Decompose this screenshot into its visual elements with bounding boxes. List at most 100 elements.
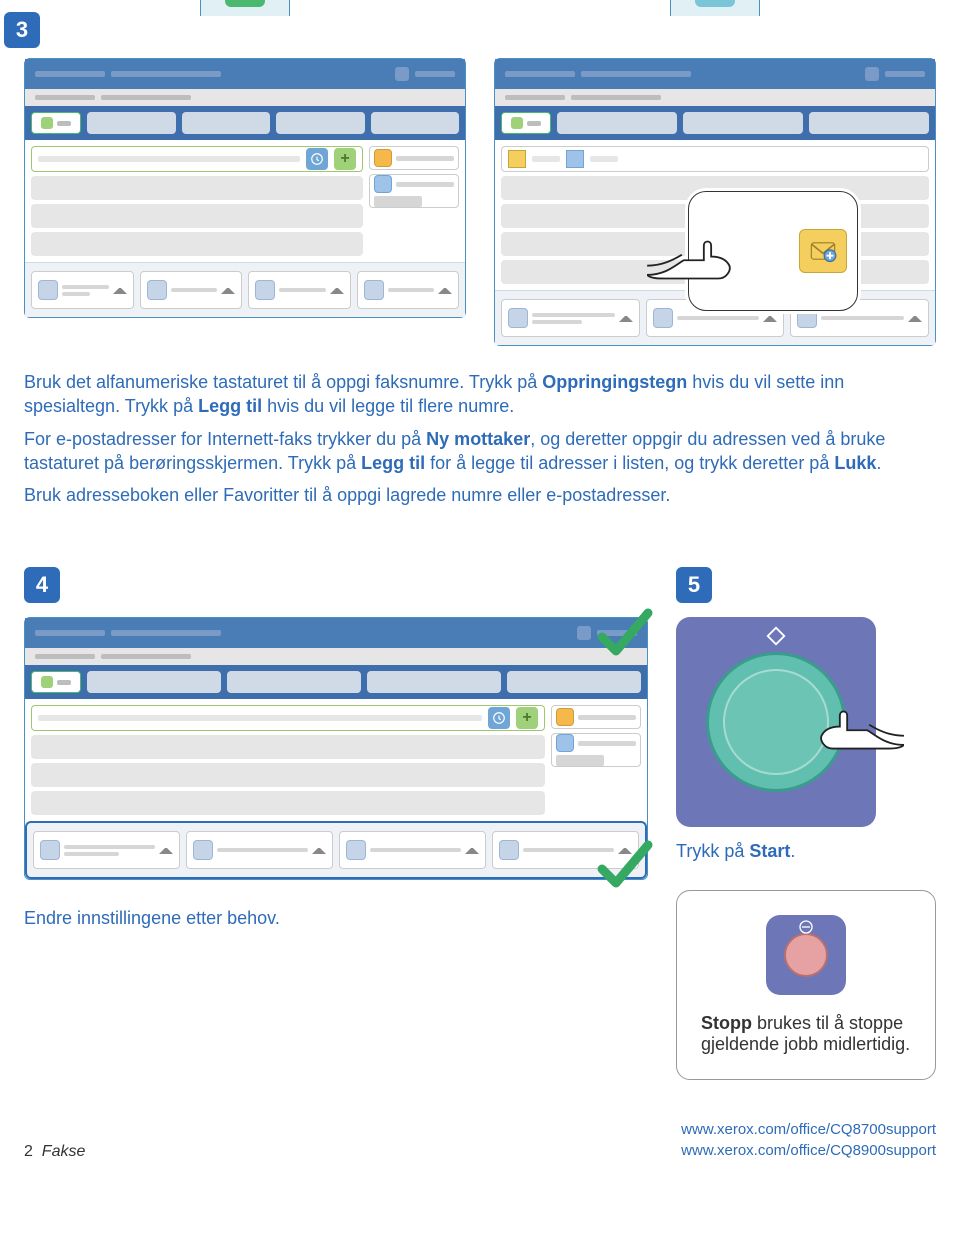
tab2[interactable]: [557, 112, 677, 134]
bottom-bar: [25, 262, 465, 317]
start-top-icon: [765, 625, 787, 653]
app-tab-internet-fax: [670, 0, 760, 16]
dial-char-icon[interactable]: [306, 148, 328, 170]
bottom-bar-highlighted: [25, 821, 647, 879]
term-start: Start: [749, 841, 790, 861]
list-item: [31, 204, 363, 228]
tab3[interactable]: [227, 671, 361, 693]
term-stop: Stopp: [701, 1013, 752, 1033]
text: Bruk adresseboken eller Favoritter til å…: [24, 483, 936, 507]
subbar: [25, 89, 465, 106]
doc-title: Fakse: [42, 1143, 86, 1160]
text: for å legge til adresser i listen, og tr…: [425, 453, 834, 473]
bb-item[interactable]: [31, 271, 134, 309]
text: hvis du vil legge til flere numre.: [262, 396, 514, 416]
screen-left-col: +: [24, 8, 466, 318]
term-newrecipient: Ny mottaker: [426, 429, 530, 449]
list-item: [31, 176, 363, 200]
hand-icon: [647, 220, 757, 284]
app-tab-fax: [200, 0, 290, 16]
text: For e-postadresser for Internett-faks tr…: [24, 429, 426, 449]
step5-col: 5 Trykk på Start.: [676, 567, 936, 1080]
bb-item[interactable]: [186, 831, 333, 869]
stop-button[interactable]: [784, 933, 828, 977]
bb-item[interactable]: [357, 271, 460, 309]
tab-active[interactable]: [31, 112, 81, 134]
step4-caption: Endre innstillingene etter behov.: [24, 908, 648, 929]
screen-fax: +: [24, 58, 466, 318]
text: Bruk det alfanumeriske tastaturet til å …: [24, 372, 542, 392]
tab5[interactable]: [507, 671, 641, 693]
page-footer-right: www.xerox.com/office/CQ8700support www.x…: [681, 1120, 936, 1161]
number-input-row[interactable]: +: [31, 146, 363, 172]
hand-icon: [794, 687, 904, 757]
subbar: [495, 89, 935, 106]
text: .: [790, 841, 795, 861]
list-area: +: [31, 705, 545, 815]
footer: 2 Fakse www.xerox.com/office/CQ8700suppo…: [24, 1120, 936, 1161]
tab4[interactable]: [276, 112, 365, 134]
titlebar: [25, 59, 465, 89]
term-add2: Legg til: [361, 453, 425, 473]
recipient-row[interactable]: [501, 146, 929, 172]
support-url-2: www.xerox.com/office/CQ8900support: [681, 1141, 936, 1161]
bb-item[interactable]: [33, 831, 180, 869]
number-input-row[interactable]: +: [31, 705, 545, 731]
subbar: [25, 648, 647, 665]
list-item: [31, 232, 363, 256]
tabsrow: [495, 106, 935, 140]
bb-item[interactable]: [140, 271, 243, 309]
step3-instruction: Bruk det alfanumeriske tastaturet til å …: [24, 370, 936, 507]
side-buttons: [369, 146, 459, 256]
list-item: [31, 763, 545, 787]
step-5-badge: 5: [676, 567, 712, 603]
new-recipient-icon: [508, 150, 526, 168]
side-btn-addr[interactable]: [369, 174, 459, 208]
term-dialchar: Oppringingstegn: [542, 372, 687, 392]
tab3[interactable]: [182, 112, 271, 134]
tab3[interactable]: [683, 112, 803, 134]
text: .: [876, 453, 881, 473]
tab4[interactable]: [809, 112, 929, 134]
bb-item[interactable]: [501, 299, 640, 337]
stop-top-icon: [798, 919, 814, 938]
term-close: Lukk: [834, 453, 876, 473]
tab4[interactable]: [367, 671, 501, 693]
list-item: [31, 735, 545, 759]
tab2[interactable]: [87, 112, 176, 134]
internet-fax-icon: [695, 0, 735, 7]
tabsrow: [25, 106, 465, 140]
step3-row: +: [24, 8, 936, 346]
side-btn-fav[interactable]: [551, 705, 641, 729]
step-4-badge: 4: [24, 567, 60, 603]
titlebar: [495, 59, 935, 89]
steps-4-5-row: 4: [24, 567, 936, 1080]
add-button[interactable]: +: [334, 148, 356, 170]
tab-active[interactable]: [31, 671, 81, 693]
support-url-1: www.xerox.com/office/CQ8700support: [681, 1120, 936, 1140]
list-item: [31, 791, 545, 815]
tab5[interactable]: [371, 112, 460, 134]
page-footer-left: 2 Fakse: [24, 1143, 85, 1161]
list-area: +: [31, 146, 363, 256]
add-button[interactable]: +: [516, 707, 538, 729]
screen-right-col: [494, 8, 936, 346]
side-btn-fav[interactable]: [369, 146, 459, 170]
bb-item[interactable]: [492, 831, 639, 869]
dial-char-icon[interactable]: [488, 707, 510, 729]
tab2[interactable]: [87, 671, 221, 693]
side-buttons: [551, 705, 641, 815]
tab-active[interactable]: [501, 112, 551, 134]
stop-button-wrap: [766, 915, 846, 995]
start-button-block: [676, 617, 876, 827]
step4-col: 4: [24, 567, 648, 929]
stop-frame: Stopp brukes til å stoppe gjeldende jobb…: [676, 890, 936, 1080]
titlebar: [25, 618, 647, 648]
addressbook-icon: [566, 150, 584, 168]
bb-item[interactable]: [339, 831, 486, 869]
bb-item[interactable]: [248, 271, 351, 309]
stop-caption: Stopp brukes til å stoppe gjeldende jobb…: [701, 1013, 911, 1055]
side-btn-addr[interactable]: [551, 733, 641, 767]
text: Trykk på: [676, 841, 749, 861]
new-recipient-button[interactable]: [799, 229, 847, 273]
